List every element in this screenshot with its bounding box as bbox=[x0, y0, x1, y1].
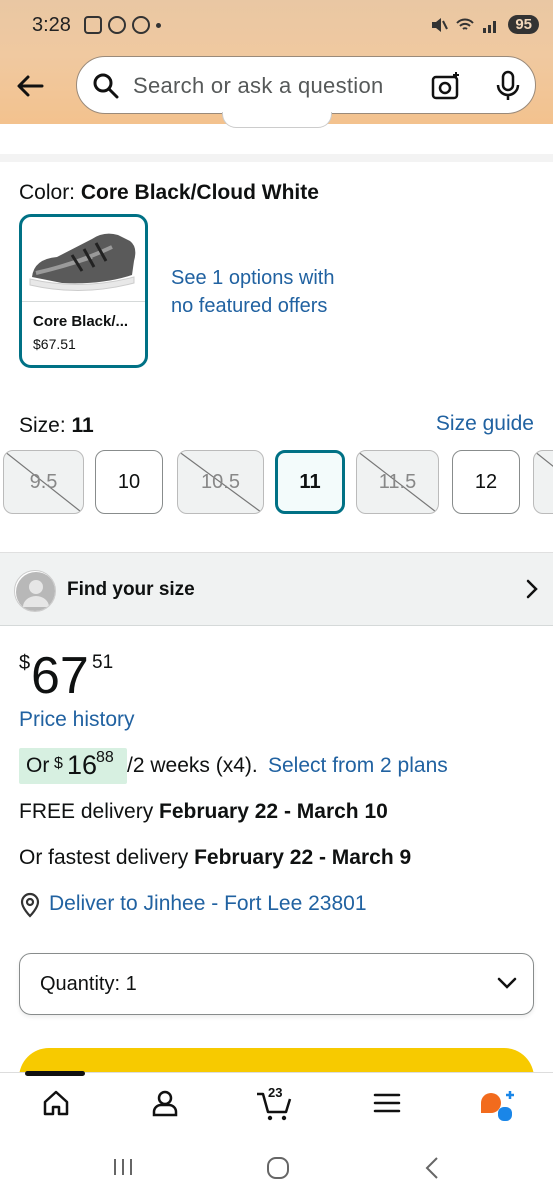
more-dot-icon bbox=[156, 22, 161, 28]
color-swatch-core-black[interactable]: Core Black/... $67.51 bbox=[19, 214, 148, 368]
size-option-11[interactable]: 11 bbox=[275, 450, 345, 514]
price-currency: $ bbox=[19, 652, 31, 674]
quantity-dropdown[interactable]: Quantity: 1 bbox=[19, 953, 534, 1015]
see-options-link[interactable]: See 1 options with no featured offers bbox=[171, 264, 361, 320]
find-your-size-label: Find your size bbox=[67, 579, 195, 600]
size-option-9.5[interactable]: 9.5 bbox=[3, 450, 84, 514]
system-nav-bar bbox=[0, 1136, 553, 1200]
color-value: Core Black/Cloud White bbox=[80, 181, 319, 204]
price-whole: 67 bbox=[31, 647, 89, 705]
size-option-label: 10 bbox=[117, 470, 141, 493]
gallery-icon bbox=[84, 16, 102, 34]
color-label: Color: bbox=[19, 181, 76, 204]
back-arrow-icon[interactable] bbox=[14, 70, 46, 102]
size-option-label: 10.5 bbox=[201, 470, 240, 493]
size-options: 9.5 10 10.5 11 11.5 12 bbox=[0, 450, 553, 516]
installment-or: Or bbox=[26, 754, 50, 777]
color-selection-label: Color: Core Black/Cloud White bbox=[19, 181, 319, 205]
chat-icon bbox=[108, 16, 126, 34]
select-plans-link[interactable]: Select from 2 plans bbox=[268, 754, 448, 778]
fastest-delivery-prefix: Or fastest delivery bbox=[19, 846, 189, 869]
fastest-delivery-line: Or fastest delivery February 22 - March … bbox=[19, 846, 411, 870]
installment-period: /2 weeks (x4). bbox=[127, 754, 258, 777]
see-options-text[interactable]: See 1 options with no featured offers bbox=[171, 264, 361, 320]
microphone-icon[interactable] bbox=[495, 70, 521, 102]
price-history-link[interactable]: Price history bbox=[19, 708, 135, 732]
size-option-11.5[interactable]: 11.5 bbox=[356, 450, 439, 514]
talk-icon bbox=[132, 16, 150, 34]
size-guide-link[interactable]: Size guide bbox=[436, 412, 534, 436]
installment-fraction: 88 bbox=[96, 749, 114, 766]
camera-search-icon[interactable] bbox=[431, 71, 461, 101]
search-bar[interactable]: Search or ask a question bbox=[76, 56, 536, 114]
size-option-label: 11 bbox=[299, 470, 321, 493]
status-bar: 3:28 95 bbox=[0, 0, 553, 52]
free-delivery-dates: February 22 - March 10 bbox=[159, 800, 388, 823]
installment-whole: 16 bbox=[67, 750, 98, 780]
size-option-12[interactable]: 12 bbox=[452, 450, 520, 514]
image-carousel-edge bbox=[222, 112, 332, 128]
search-icon bbox=[93, 73, 119, 99]
home-icon[interactable] bbox=[42, 1089, 70, 1117]
mute-icon bbox=[432, 17, 449, 32]
chevron-down-icon bbox=[497, 977, 517, 989]
chevron-right-icon bbox=[526, 579, 538, 599]
search-placeholder[interactable]: Search or ask a question bbox=[133, 73, 384, 99]
location-pin-icon bbox=[20, 892, 40, 918]
system-back-icon[interactable] bbox=[423, 1156, 441, 1180]
size-option-label: 9.5 bbox=[29, 470, 58, 493]
battery-indicator: 95 bbox=[508, 15, 539, 34]
system-icons: 95 bbox=[430, 15, 539, 34]
app-header: 3:28 95 Search or ask a question bbox=[0, 0, 553, 124]
menu-icon[interactable] bbox=[373, 1089, 401, 1117]
status-time: 3:28 bbox=[32, 14, 71, 36]
signal-icon bbox=[483, 20, 497, 33]
size-option-label: 11.5 bbox=[378, 470, 417, 493]
deliver-to-link[interactable]: Deliver to Jinhee - Fort Lee 23801 bbox=[49, 892, 367, 916]
price-fraction: 51 bbox=[92, 652, 114, 673]
rufus-ai-icon[interactable] bbox=[478, 1089, 516, 1123]
free-delivery-prefix: FREE delivery bbox=[19, 800, 154, 823]
shoe-thumbnail bbox=[29, 233, 136, 292]
swatch-name: Core Black/... bbox=[33, 313, 129, 330]
notification-icons bbox=[84, 16, 161, 34]
swatch-price: $67.51 bbox=[33, 336, 76, 352]
installment-currency: $ bbox=[54, 755, 63, 772]
size-option-10[interactable]: 10 bbox=[95, 450, 163, 514]
account-icon[interactable] bbox=[151, 1089, 179, 1117]
size-option-10.5[interactable]: 10.5 bbox=[177, 450, 264, 514]
size-value: 11 bbox=[71, 414, 94, 437]
quantity-label: Quantity: 1 bbox=[40, 973, 137, 995]
active-tab-indicator bbox=[25, 1071, 85, 1076]
find-your-size-row[interactable]: Find your size bbox=[0, 552, 553, 626]
user-avatar-icon bbox=[14, 570, 56, 612]
fastest-delivery-dates: February 22 - March 9 bbox=[194, 846, 412, 869]
size-selection-label: Size: 11 bbox=[19, 414, 94, 438]
bottom-nav: 23 bbox=[0, 1071, 553, 1136]
size-label: Size: bbox=[19, 414, 66, 437]
size-option-next-partial[interactable] bbox=[533, 450, 553, 514]
wifi-icon bbox=[456, 18, 475, 30]
free-delivery-line: FREE delivery February 22 - March 10 bbox=[19, 800, 388, 824]
section-divider bbox=[0, 154, 553, 162]
size-option-label: 12 bbox=[474, 470, 498, 493]
cart-count-badge: 23 bbox=[268, 1085, 283, 1100]
home-button-icon[interactable] bbox=[266, 1156, 290, 1180]
recent-apps-icon[interactable] bbox=[112, 1156, 134, 1178]
swatch-divider bbox=[22, 301, 145, 302]
